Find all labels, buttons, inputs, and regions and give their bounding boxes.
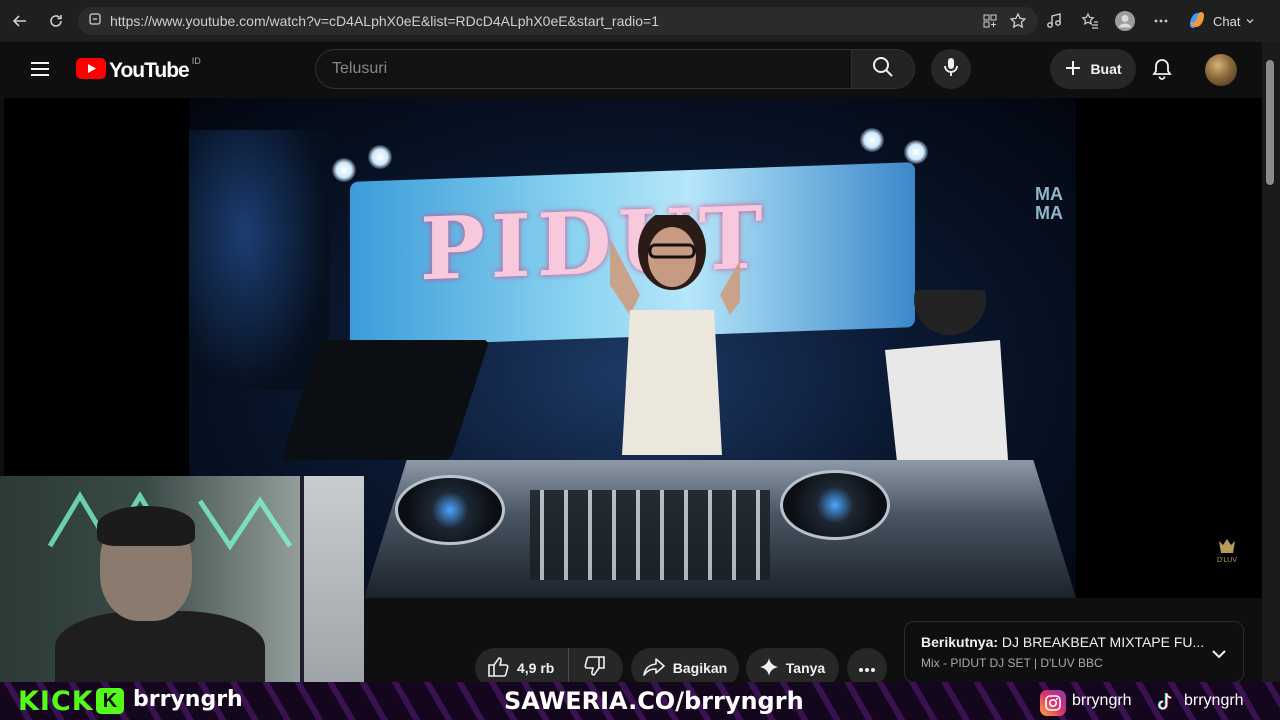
up-next-title: DJ BREAKBEAT MIXTAPE FU... <box>1001 634 1205 650</box>
kick-handle: brryngrh <box>133 687 243 712</box>
saweria-link-text: SAWERIA.CO/brryngrh <box>504 687 804 715</box>
stage-left-wall <box>189 130 329 390</box>
create-button[interactable]: Buat <box>1050 49 1136 89</box>
up-next-label: Berikutnya: <box>921 634 999 650</box>
up-next-card[interactable]: Berikutnya: DJ BREAKBEAT MIXTAPE FU... M… <box>904 621 1244 683</box>
stage-light <box>332 158 356 182</box>
favorite-star-icon[interactable] <box>1007 10 1029 32</box>
kick-badge-icon: K <box>96 688 124 714</box>
share-label: Bagikan <box>672 660 728 676</box>
copilot-icon <box>1186 9 1208 34</box>
create-label: Buat <box>1090 61 1122 77</box>
tiktok-handle: brryngrh <box>1184 692 1244 709</box>
right-jog-wheel <box>780 470 890 540</box>
copilot-chat-button[interactable]: Chat <box>1186 8 1254 34</box>
streamer-webcam <box>0 476 364 686</box>
media-control-icon[interactable] <box>1043 10 1065 32</box>
ask-label: Tanya <box>785 660 826 676</box>
address-bar[interactable]: https://www.youtube.com/watch?v=cD4ALphX… <box>78 7 1038 35</box>
site-info-icon[interactable] <box>88 12 102 31</box>
sparkle-icon <box>759 657 778 679</box>
kick-logo-text: KICK <box>18 686 94 717</box>
thumbs-down-icon <box>584 655 606 682</box>
expand-chevron-icon[interactable] <box>1211 646 1227 667</box>
dj-mixer <box>530 490 770 580</box>
streamer-shirt <box>55 611 265 686</box>
stage-light <box>368 145 392 169</box>
instagram-icon <box>1040 690 1066 716</box>
favorites-list-icon[interactable] <box>1079 10 1101 32</box>
up-next-title-line: Berikutnya: DJ BREAKBEAT MIXTAPE FU... <box>921 634 1227 650</box>
thumbs-up-icon <box>487 656 509 681</box>
search-box[interactable] <box>315 49 851 89</box>
left-jog-wheel <box>395 475 505 545</box>
profile-icon[interactable] <box>1114 10 1136 32</box>
like-count: 4,9 rb <box>517 660 555 676</box>
chat-label: Chat <box>1213 13 1241 29</box>
app-available-icon[interactable] <box>979 10 1001 32</box>
back-arrow-icon[interactable] <box>7 8 33 34</box>
reload-icon[interactable] <box>43 8 69 34</box>
scrollbar-thumb[interactable] <box>1266 60 1274 185</box>
microphone-icon <box>942 57 960 82</box>
stage-light <box>860 128 884 152</box>
youtube-play-icon <box>76 58 106 84</box>
region-code: ID <box>191 56 201 66</box>
page-scrollbar[interactable] <box>1262 42 1280 682</box>
stage-light <box>904 140 928 164</box>
youtube-logo[interactable]: YouTube ID <box>76 56 201 84</box>
hamburger-menu-icon[interactable] <box>30 59 52 81</box>
notifications-bell-icon[interactable] <box>1151 57 1175 81</box>
voice-search-button[interactable] <box>931 49 971 89</box>
dj-figure <box>610 215 740 455</box>
watermark-text: D'LUV <box>1216 557 1237 564</box>
more-horizontal-icon <box>858 660 876 676</box>
streamer-hair <box>97 506 195 546</box>
share-arrow-icon <box>642 657 665 680</box>
instagram-handle: brryngrh <box>1072 692 1132 709</box>
tiktok-icon <box>1152 690 1176 714</box>
url-text[interactable]: https://www.youtube.com/watch?v=cD4ALphX… <box>110 13 659 29</box>
chevron-down-icon <box>1245 14 1255 29</box>
channel-watermark: D'LUV <box>1212 537 1242 565</box>
youtube-wordmark: YouTube <box>109 59 190 82</box>
search-button[interactable] <box>851 49 915 89</box>
up-next-subtitle: Mix - PIDUT DJ SET | D'LUV BBC <box>921 656 1103 670</box>
search-icon <box>872 56 894 83</box>
more-menu-icon[interactable] <box>1150 10 1172 32</box>
background-door <box>300 476 364 686</box>
search-input[interactable] <box>332 60 812 78</box>
side-screen-text: MA MA <box>1035 184 1063 223</box>
account-avatar[interactable] <box>1205 54 1237 86</box>
plus-icon <box>1064 59 1082 80</box>
